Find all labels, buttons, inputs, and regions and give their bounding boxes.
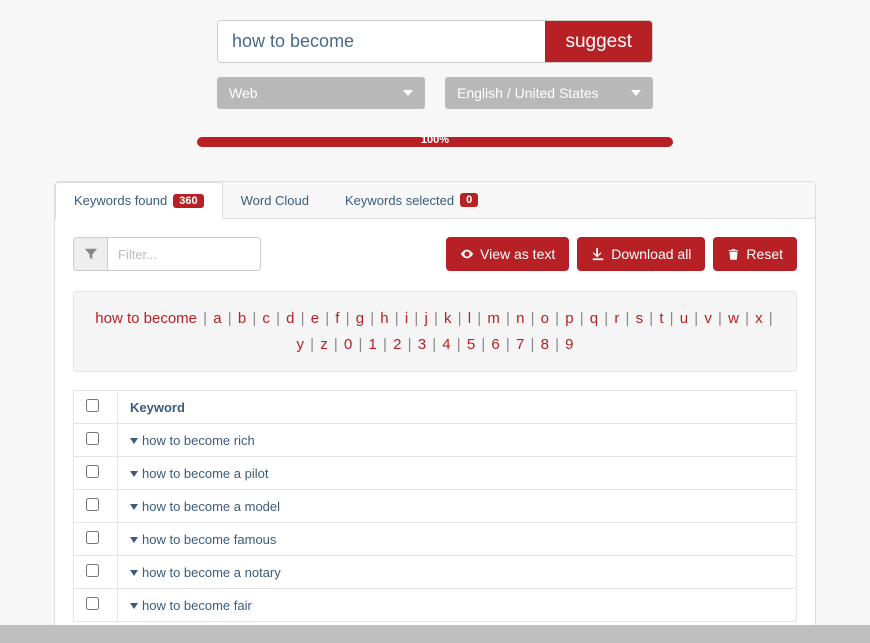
- row-checkbox[interactable]: [86, 465, 99, 478]
- table-row: how to become famous: [74, 523, 797, 556]
- tab-keywords-found[interactable]: Keywords found 360: [55, 182, 223, 219]
- alpha-link-v[interactable]: v: [704, 310, 712, 327]
- suggest-button[interactable]: suggest: [545, 21, 652, 62]
- alpha-link-i[interactable]: i: [405, 310, 408, 327]
- alpha-link-e[interactable]: e: [311, 310, 319, 327]
- locale-select-label: English / United States: [457, 85, 599, 101]
- row-checkbox[interactable]: [86, 564, 99, 577]
- alpha-link-g[interactable]: g: [356, 310, 364, 327]
- footer-shadow: [0, 625, 870, 643]
- alpha-link-f[interactable]: f: [335, 310, 339, 327]
- button-label: Reset: [746, 246, 783, 262]
- search-box: suggest: [217, 20, 653, 63]
- eye-icon: [460, 247, 474, 261]
- row-checkbox[interactable]: [86, 432, 99, 445]
- caret-down-icon: [130, 504, 138, 510]
- keyword-link[interactable]: how to become rich: [142, 433, 255, 448]
- alpha-link-d[interactable]: d: [286, 310, 294, 327]
- alpha-link-c[interactable]: c: [262, 310, 270, 327]
- chevron-down-icon: [631, 90, 641, 96]
- results-panel: Keywords found 360 Word Cloud Keywords s…: [54, 181, 816, 641]
- alpha-link-r[interactable]: r: [614, 310, 619, 327]
- caret-down-icon: [130, 537, 138, 543]
- download-all-button[interactable]: Download all: [577, 237, 705, 271]
- alpha-link-8[interactable]: 8: [541, 336, 549, 353]
- found-count-badge: 360: [173, 194, 203, 208]
- download-icon: [591, 247, 605, 261]
- chevron-down-icon: [403, 90, 413, 96]
- table-row: how to become a pilot: [74, 457, 797, 490]
- caret-down-icon: [130, 570, 138, 576]
- alpha-link-k[interactable]: k: [444, 310, 452, 327]
- keyword-link[interactable]: how to become fair: [142, 598, 252, 613]
- progress-label: 100%: [197, 134, 673, 146]
- tab-keywords-selected[interactable]: Keywords selected 0: [327, 182, 496, 218]
- tab-label: Keywords found: [74, 193, 167, 208]
- keyword-link[interactable]: how to become a notary: [142, 565, 281, 580]
- search-input[interactable]: [218, 21, 545, 62]
- alpha-link-p[interactable]: p: [565, 310, 573, 327]
- alpha-link-j[interactable]: j: [424, 310, 427, 327]
- keyword-link[interactable]: how to become a pilot: [142, 466, 268, 481]
- button-label: Download all: [611, 246, 691, 262]
- locale-select[interactable]: English / United States: [445, 77, 653, 109]
- alpha-link-t[interactable]: t: [659, 310, 663, 327]
- alpha-link-l[interactable]: l: [468, 310, 471, 327]
- table-row: how to become a model: [74, 490, 797, 523]
- alpha-root-link[interactable]: how to become: [95, 310, 197, 327]
- table-row: how to become fair: [74, 589, 797, 622]
- alpha-link-9[interactable]: 9: [565, 336, 573, 353]
- keyword-link[interactable]: how to become famous: [142, 532, 276, 547]
- tab-word-cloud[interactable]: Word Cloud: [223, 182, 327, 218]
- progress-bar: 100%: [197, 137, 673, 147]
- keyword-link[interactable]: how to become a model: [142, 499, 280, 514]
- button-label: View as text: [480, 246, 555, 262]
- alpha-link-5[interactable]: 5: [467, 336, 475, 353]
- reset-button[interactable]: Reset: [713, 237, 797, 271]
- alpha-link-o[interactable]: o: [541, 310, 549, 327]
- alpha-link-4[interactable]: 4: [442, 336, 450, 353]
- alpha-link-0[interactable]: 0: [344, 336, 352, 353]
- selected-count-badge: 0: [460, 193, 478, 207]
- alpha-link-b[interactable]: b: [238, 310, 246, 327]
- row-checkbox[interactable]: [86, 531, 99, 544]
- alpha-link-s[interactable]: s: [636, 310, 644, 327]
- trash-icon: [727, 247, 740, 261]
- alpha-nav: how to become | a | b | c | d | e | f | …: [73, 291, 797, 372]
- column-header-keyword: Keyword: [118, 391, 797, 424]
- alpha-link-h[interactable]: h: [380, 310, 388, 327]
- view-as-text-button[interactable]: View as text: [446, 237, 569, 271]
- caret-down-icon: [130, 471, 138, 477]
- alpha-link-q[interactable]: q: [590, 310, 598, 327]
- alpha-link-n[interactable]: n: [516, 310, 524, 327]
- alpha-link-x[interactable]: x: [755, 310, 763, 327]
- tab-label: Word Cloud: [241, 193, 309, 208]
- filter-input[interactable]: [107, 237, 261, 271]
- alpha-link-6[interactable]: 6: [491, 336, 499, 353]
- results-table: Keyword how to become rich how to become …: [73, 390, 797, 622]
- table-row: how to become a notary: [74, 556, 797, 589]
- row-checkbox[interactable]: [86, 498, 99, 511]
- alpha-link-y[interactable]: y: [296, 336, 304, 353]
- alpha-link-a[interactable]: a: [213, 310, 221, 327]
- alpha-link-1[interactable]: 1: [369, 336, 377, 353]
- alpha-link-7[interactable]: 7: [516, 336, 524, 353]
- alpha-link-m[interactable]: m: [487, 310, 500, 327]
- alpha-link-3[interactable]: 3: [418, 336, 426, 353]
- alpha-link-2[interactable]: 2: [393, 336, 401, 353]
- tab-label: Keywords selected: [345, 193, 454, 208]
- caret-down-icon: [130, 603, 138, 609]
- alpha-link-z[interactable]: z: [320, 336, 328, 353]
- filter-icon: [73, 237, 107, 271]
- alpha-link-w[interactable]: w: [728, 310, 739, 327]
- caret-down-icon: [130, 438, 138, 444]
- row-checkbox[interactable]: [86, 597, 99, 610]
- select-all-checkbox[interactable]: [86, 399, 99, 412]
- alpha-link-u[interactable]: u: [680, 310, 688, 327]
- table-row: how to become rich: [74, 424, 797, 457]
- source-select-label: Web: [229, 85, 258, 101]
- source-select[interactable]: Web: [217, 77, 425, 109]
